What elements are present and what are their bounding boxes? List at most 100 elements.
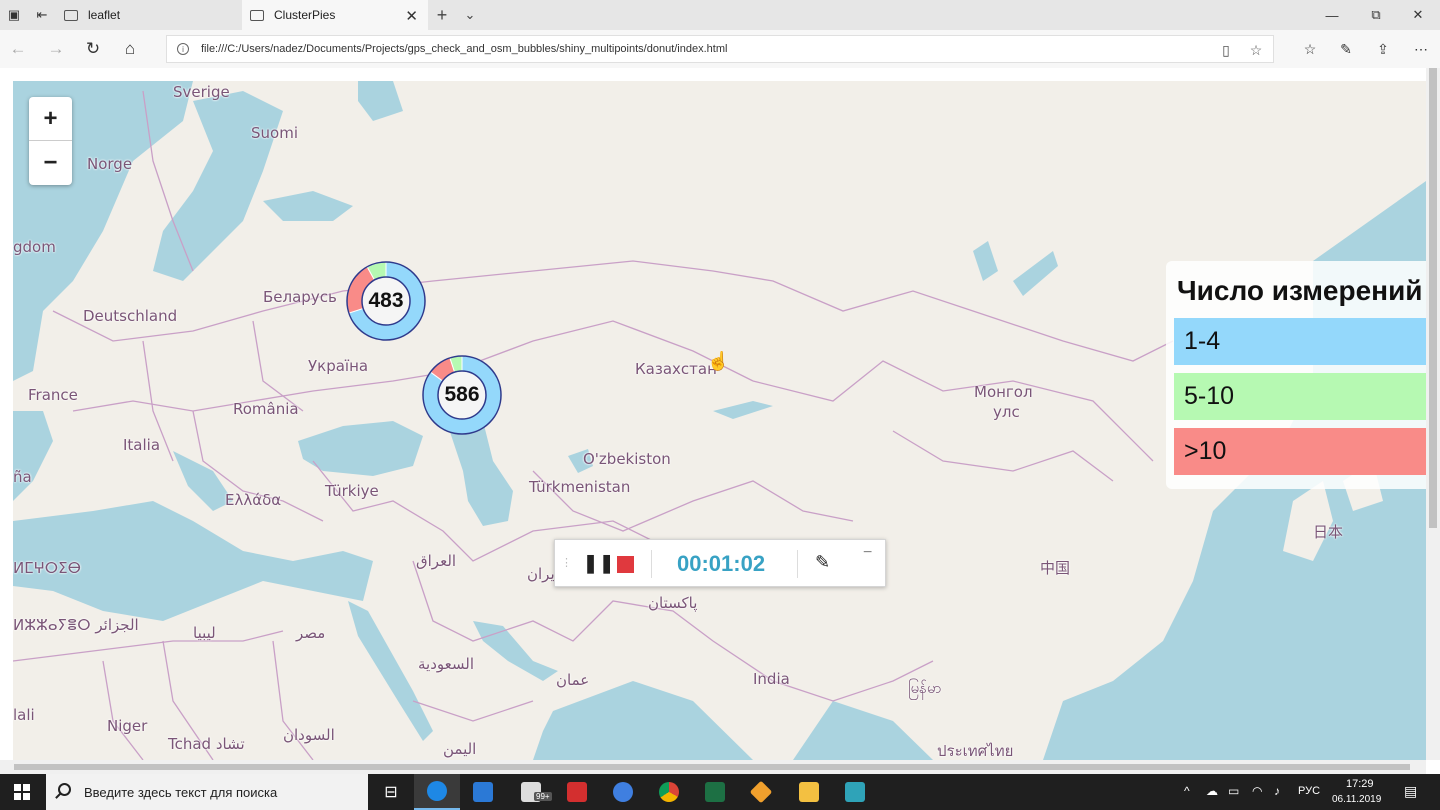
chrome-app-icon[interactable] — [646, 774, 692, 810]
screen-recorder-toolbar: ⋮ ❚❚ 00:01:02 ✎ − — [554, 539, 886, 587]
map-label: Norge — [87, 155, 133, 173]
search-icon — [58, 783, 71, 796]
tab-bar: ▣ ⇤ leaflet ClusterPies ✕ + ⌄ — ⧉ ✕ — [0, 0, 1440, 30]
map-label: မြန်မာ — [908, 679, 942, 697]
start-button[interactable] — [0, 774, 44, 810]
cluster-marker[interactable]: 483 — [345, 260, 427, 342]
tab-list-chevron-icon[interactable]: ⌄ — [456, 7, 484, 23]
task-view-icon[interactable]: ⊟ — [368, 774, 414, 810]
tab-label: ClusterPies — [274, 8, 336, 22]
map-label: Niger — [107, 717, 148, 735]
pause-button[interactable]: ❚❚ — [583, 553, 615, 574]
favorite-star-icon[interactable]: ☆ — [1241, 36, 1271, 64]
tab-leaflet[interactable]: leaflet — [56, 0, 242, 30]
scroll-thumb[interactable] — [1429, 68, 1437, 528]
git-app-icon[interactable] — [738, 774, 784, 810]
clock-date[interactable]: 06.11.2019 — [1332, 794, 1381, 805]
map-label: lali — [13, 706, 35, 724]
windows-icon — [14, 784, 30, 800]
back-button[interactable]: ← — [0, 30, 36, 68]
legend-item: 5-10 — [1174, 373, 1426, 420]
explorer-app-icon[interactable] — [786, 774, 832, 810]
cluster-count: 483 — [368, 289, 404, 312]
url-text: file:///C:/Users/nadez/Documents/Project… — [201, 43, 728, 55]
badge: 99+ — [534, 792, 552, 801]
excel-app-icon[interactable] — [692, 774, 738, 810]
taskbar: Введите здесь текст для поиска ⊟ 99+ ^ ☁… — [0, 774, 1440, 810]
map-label: مصر — [296, 624, 326, 642]
store-app-icon[interactable] — [460, 774, 506, 810]
map-label: ña — [13, 468, 32, 486]
map-label: ประเทศไทย — [937, 742, 1014, 760]
drag-handle-icon[interactable]: ⋮ — [561, 556, 572, 569]
map-label: улс — [993, 403, 1020, 421]
legend-title: Число измерений — [1177, 275, 1423, 306]
page-icon — [64, 9, 78, 21]
hand-cursor-icon: ☝ — [707, 351, 730, 371]
pen-icon[interactable]: ✎ — [815, 552, 830, 573]
map-label: السعودية — [418, 655, 475, 673]
mail-app-icon[interactable]: 99+ — [508, 774, 554, 810]
edge-app-icon[interactable] — [414, 774, 460, 810]
map-label: پاکستان — [648, 594, 698, 612]
taskbar-search-input[interactable]: Введите здесь текст для поиска — [46, 774, 368, 810]
close-window-button[interactable]: ✕ — [1396, 0, 1440, 30]
vertical-scrollbar[interactable] — [1426, 68, 1440, 760]
map-label: ⵍⵣⵣⴰⵢⴻⵔ الجزائر — [13, 616, 139, 634]
map-label: Монгол — [974, 383, 1033, 401]
favorites-icon[interactable]: ☆ — [1292, 30, 1328, 68]
show-hidden-icons-icon[interactable]: ^ — [1184, 784, 1190, 798]
battery-icon[interactable]: ▭ — [1228, 784, 1239, 798]
new-tab-button[interactable]: + — [428, 5, 456, 26]
volume-icon[interactable]: ♪ — [1274, 784, 1280, 798]
app-icon[interactable] — [600, 774, 646, 810]
zoom-in-button[interactable]: + — [29, 97, 72, 141]
scroll-thumb[interactable] — [14, 764, 1410, 770]
recorder-app-icon[interactable] — [832, 774, 878, 810]
minimize-recorder-button[interactable]: − — [863, 544, 872, 562]
map-label: România — [233, 400, 299, 418]
web-note-icon[interactable]: ✎ — [1328, 30, 1364, 68]
info-icon[interactable]: i — [177, 43, 189, 55]
minimize-button[interactable]: — — [1310, 0, 1354, 30]
home-button[interactable]: ⌂ — [112, 30, 148, 68]
horizontal-scrollbar[interactable] — [0, 760, 1426, 774]
gift-app-icon[interactable] — [554, 774, 600, 810]
cluster-marker[interactable]: 586 — [421, 354, 503, 436]
map-label: Türkmenistan — [529, 478, 631, 496]
legend-item: 1-4 — [1174, 318, 1426, 365]
tab-clusterpies[interactable]: ClusterPies ✕ — [242, 0, 428, 30]
wifi-icon[interactable]: ◠ — [1252, 784, 1262, 798]
map-label: Suomi — [251, 124, 298, 142]
forward-button[interactable]: → — [38, 30, 74, 68]
close-tab-icon[interactable]: ✕ — [405, 7, 418, 25]
share-icon[interactable]: ⇪ — [1365, 30, 1401, 68]
map-label: السودان — [283, 726, 335, 744]
clock-time[interactable]: 17:29 — [1346, 778, 1374, 790]
stop-button[interactable] — [617, 556, 634, 573]
language-indicator[interactable]: РУС — [1298, 785, 1320, 797]
reading-view-icon[interactable]: ▯ — [1211, 36, 1241, 64]
map[interactable]: Sverige Suomi Norge gdom Беларусь Deutsc… — [13, 81, 1426, 760]
restore-button[interactable]: ⧉ — [1354, 0, 1398, 30]
more-icon[interactable]: ⋯ — [1403, 30, 1439, 68]
recording-timer: 00:01:02 — [677, 551, 766, 576]
set-aside-tabs-icon[interactable]: ⇤ — [28, 0, 56, 30]
tab-actions-icon[interactable]: ▣ — [0, 0, 28, 30]
map-label: O'zbekiston — [583, 450, 671, 468]
refresh-button[interactable]: ↻ — [75, 30, 111, 68]
address-bar[interactable]: i file:///C:/Users/nadez/Documents/Proje… — [166, 35, 1274, 63]
map-label: 日本 — [1313, 523, 1344, 541]
map-label: Ελλάδα — [225, 491, 282, 509]
map-label: 中国 — [1040, 559, 1071, 577]
page-content: Sverige Suomi Norge gdom Беларусь Deutsc… — [0, 68, 1440, 760]
onedrive-icon[interactable]: ☁ — [1206, 784, 1218, 798]
map-label: العراق — [416, 552, 457, 570]
map-label: ليبيا — [193, 624, 216, 642]
legend: Число измерений 1-4 5-10 >10 — [1166, 261, 1426, 489]
zoom-control: + − — [29, 97, 72, 185]
notifications-icon[interactable]: ▤ — [1404, 783, 1417, 800]
map-label: ⵍⵎⵖⵔⵉⴱ — [13, 559, 81, 577]
map-label: Türkiye — [325, 482, 379, 500]
zoom-out-button[interactable]: − — [29, 141, 72, 185]
